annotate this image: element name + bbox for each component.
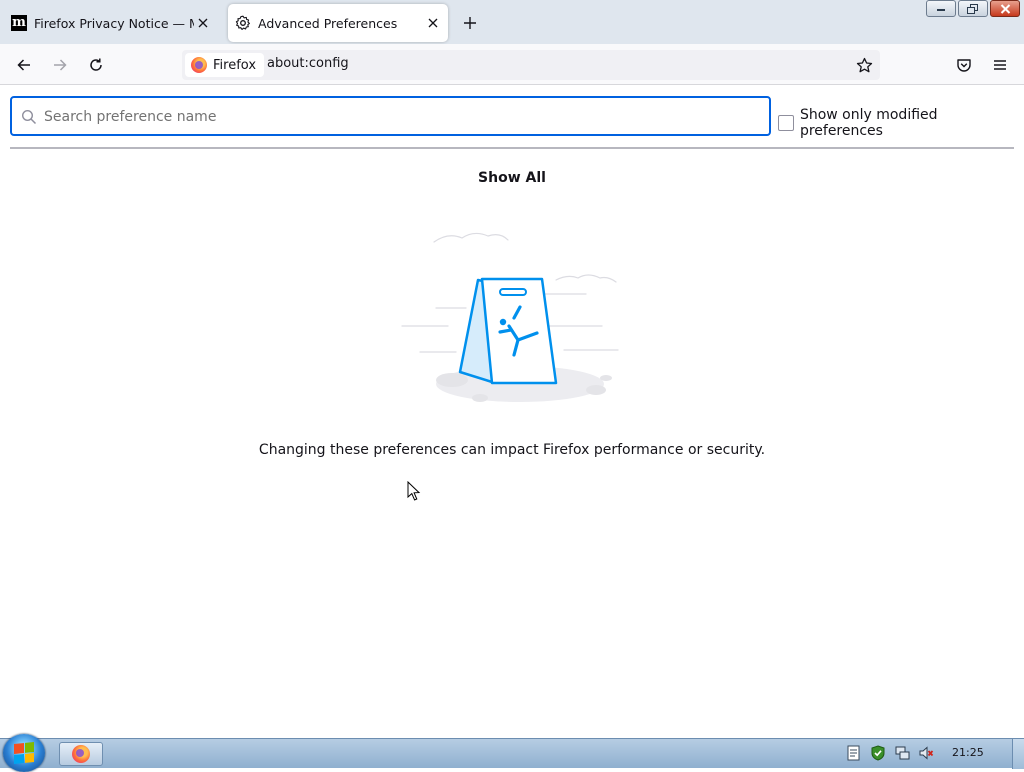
app-menu-button[interactable] xyxy=(988,53,1012,77)
show-all-button[interactable]: Show All xyxy=(462,166,562,190)
back-arrow-icon xyxy=(17,59,30,71)
tab-advanced-preferences[interactable]: Advanced Preferences xyxy=(228,4,448,42)
restore-button[interactable] xyxy=(958,0,988,17)
back-button[interactable] xyxy=(12,53,36,77)
tab-privacy-notice[interactable]: m Firefox Privacy Notice — Mozilla xyxy=(6,4,218,42)
tab-title: Advanced Preferences xyxy=(258,15,398,31)
hamburger-menu-icon xyxy=(994,60,1006,70)
network-icon[interactable] xyxy=(894,745,910,761)
tab-strip: m Firefox Privacy Notice — Mozilla Advan… xyxy=(0,0,1024,44)
preference-search-box[interactable] xyxy=(10,96,771,136)
tab-title: Firefox Privacy Notice — Mozilla xyxy=(34,15,194,31)
show-desktop-button[interactable] xyxy=(1012,739,1024,769)
show-modified-only-label: Show only modified preferences xyxy=(799,107,938,139)
new-tab-button[interactable] xyxy=(459,12,481,34)
url-text[interactable]: about:config xyxy=(267,56,349,71)
gear-icon xyxy=(235,15,251,31)
taskbar-firefox-button[interactable] xyxy=(59,742,103,766)
mozilla-m-icon: m xyxy=(11,15,27,31)
taskbar: 21:25 xyxy=(0,734,1024,772)
search-icon xyxy=(21,109,37,125)
mouse-cursor-icon xyxy=(407,481,421,501)
divider xyxy=(10,147,1014,149)
navigation-toolbar: Firefox about:config xyxy=(0,44,1024,85)
close-window-button[interactable] xyxy=(990,0,1020,17)
checkbox-box[interactable] xyxy=(778,115,794,131)
caution-sign-illustration xyxy=(401,232,619,402)
forward-button[interactable] xyxy=(48,53,72,77)
firefox-logo-icon xyxy=(72,745,90,763)
windows-logo-icon xyxy=(14,741,34,765)
preference-search-input[interactable] xyxy=(44,106,744,128)
reload-button[interactable] xyxy=(84,53,108,77)
minimize-button[interactable] xyxy=(926,0,956,17)
forward-arrow-icon xyxy=(54,59,67,71)
warning-text: Changing these preferences can impact Fi… xyxy=(258,442,766,458)
plus-icon xyxy=(464,17,476,29)
pocket-button[interactable] xyxy=(952,53,976,77)
identity-label: Firefox xyxy=(213,57,257,73)
start-button[interactable] xyxy=(3,734,45,772)
document-icon[interactable] xyxy=(846,745,862,761)
close-icon xyxy=(1000,3,1010,14)
show-modified-only-checkbox[interactable]: Show only modified preferences xyxy=(778,107,1024,139)
close-tab-icon[interactable] xyxy=(194,14,212,32)
minimize-icon xyxy=(937,8,945,11)
identity-box[interactable]: Firefox xyxy=(185,53,265,77)
volume-muted-icon[interactable] xyxy=(918,745,934,761)
firefox-logo-icon xyxy=(191,57,207,73)
restore-icon xyxy=(967,3,978,14)
address-bar[interactable]: Firefox about:config xyxy=(182,50,880,80)
shield-check-icon[interactable] xyxy=(870,745,886,761)
pocket-icon xyxy=(957,59,971,72)
bookmark-star-icon[interactable] xyxy=(854,55,874,75)
reload-icon xyxy=(90,58,102,71)
taskbar-clock[interactable]: 21:25 xyxy=(952,746,984,759)
close-tab-icon[interactable] xyxy=(424,14,442,32)
